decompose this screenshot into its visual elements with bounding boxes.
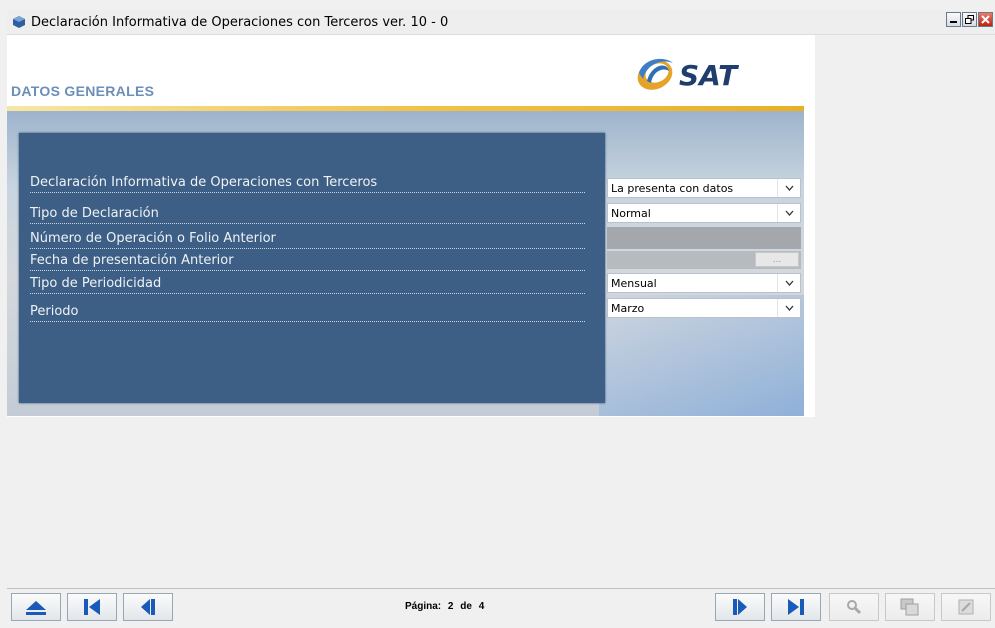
restore-button[interactable] xyxy=(962,12,977,27)
close-button[interactable] xyxy=(978,12,993,27)
navigation-bar: Página: 2 de 4 xyxy=(7,588,995,628)
previous-page-button[interactable] xyxy=(123,593,173,621)
close-icon xyxy=(981,15,990,24)
label-declaracion: Declaración Informativa de Operaciones c… xyxy=(30,175,585,193)
first-page-button[interactable] xyxy=(67,593,117,621)
tipo-declaracion-value: Normal xyxy=(611,206,651,220)
eject-icon xyxy=(26,601,46,615)
last-page-button[interactable] xyxy=(771,593,821,621)
tipo-periodicidad-value: Mensual xyxy=(611,276,657,290)
next-page-icon xyxy=(733,599,747,615)
of-label: de xyxy=(460,601,472,612)
chevron-down-icon[interactable] xyxy=(777,299,800,317)
tipo-declaracion-select[interactable]: Normal xyxy=(607,203,801,223)
page-title: DATOS GENERALES xyxy=(11,83,155,99)
window-title-bar: Declaración Informativa de Operaciones c… xyxy=(7,10,995,35)
edit-icon xyxy=(958,599,974,615)
app-icon xyxy=(13,16,25,28)
sat-logo: SAT xyxy=(633,51,783,101)
previous-page-icon xyxy=(141,599,155,615)
forms-button[interactable] xyxy=(885,593,935,621)
periodo-value: Marzo xyxy=(611,301,645,315)
label-tipo-declaracion: Tipo de Declaración xyxy=(30,206,585,224)
chevron-down-icon[interactable] xyxy=(777,204,800,222)
eject-button[interactable] xyxy=(11,593,61,621)
main-content: DATOS GENERALES SAT Declaración Informat… xyxy=(7,35,815,417)
search-icon xyxy=(847,600,862,615)
declaracion-select[interactable]: La presenta con datos xyxy=(607,178,801,198)
search-button[interactable] xyxy=(829,593,879,621)
window-title: Declaración Informativa de Operaciones c… xyxy=(31,14,449,30)
first-page-icon xyxy=(84,599,100,615)
label-numero-operacion: Número de Operación o Folio Anterior xyxy=(30,231,585,249)
svg-text:SAT: SAT xyxy=(679,59,739,92)
total-pages: 4 xyxy=(478,601,485,612)
forms-icon xyxy=(900,598,919,616)
page-indicator: Página: 2 de 4 xyxy=(405,601,488,612)
last-page-icon xyxy=(788,599,804,615)
restore-icon xyxy=(965,15,974,24)
fecha-presentacion-field: ... xyxy=(607,251,801,269)
label-fecha-presentacion: Fecha de presentación Anterior xyxy=(30,253,585,271)
current-page: 2 xyxy=(447,601,454,612)
declaracion-select-value: La presenta con datos xyxy=(611,181,734,195)
edit-button[interactable] xyxy=(941,593,991,621)
tipo-periodicidad-select[interactable]: Mensual xyxy=(607,273,801,293)
periodo-select[interactable]: Marzo xyxy=(607,298,801,318)
next-page-button[interactable] xyxy=(715,593,765,621)
numero-operacion-field xyxy=(607,227,801,249)
page-label: Página: xyxy=(405,601,442,612)
label-periodo: Periodo xyxy=(30,304,585,322)
label-tipo-periodicidad: Tipo de Periodicidad xyxy=(30,276,585,294)
minimize-icon xyxy=(950,21,957,23)
chevron-down-icon[interactable] xyxy=(777,179,800,197)
date-picker-button[interactable]: ... xyxy=(755,252,799,267)
minimize-button[interactable] xyxy=(946,12,961,27)
header-strip: DATOS GENERALES SAT xyxy=(7,35,815,105)
chevron-down-icon[interactable] xyxy=(777,274,800,292)
